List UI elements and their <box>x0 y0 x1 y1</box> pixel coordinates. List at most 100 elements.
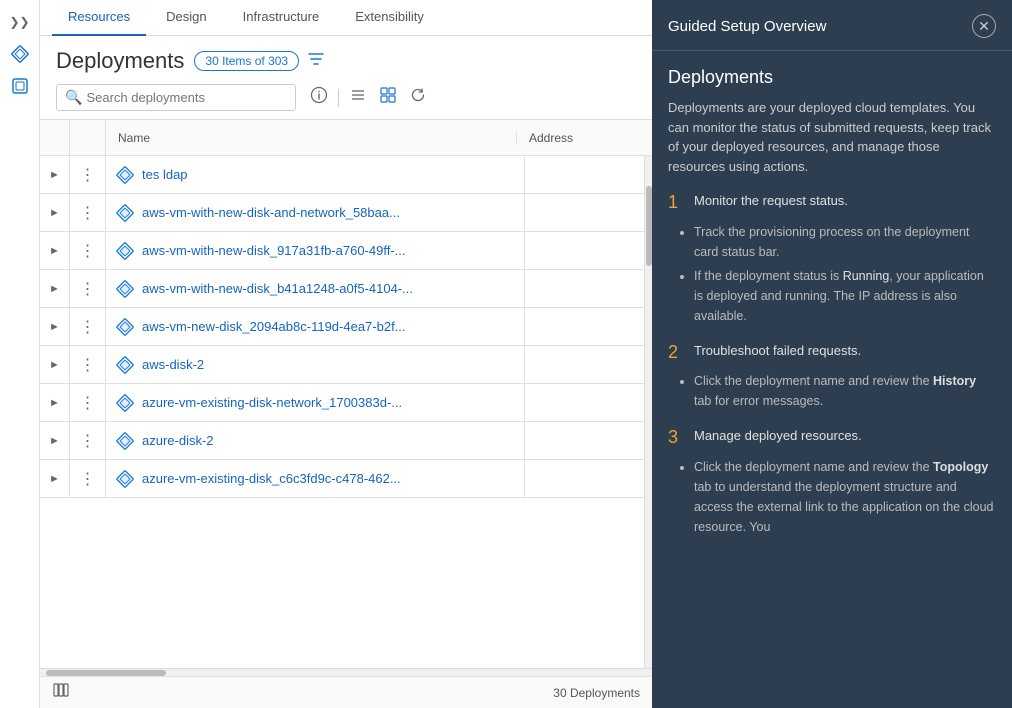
deployments-panel: Deployments 30 Items of 303 🔍 <box>40 36 652 708</box>
footer-count: 30 Deployments <box>553 686 640 700</box>
row-expand-button[interactable]: ► <box>40 270 70 307</box>
search-icon: 🔍 <box>65 89 82 106</box>
columns-icon[interactable] <box>52 681 70 704</box>
step-1-title: Monitor the request status. <box>694 192 848 210</box>
step-2-bullets: Click the deployment name and review the… <box>694 371 996 411</box>
sidebar-icon-diamond[interactable] <box>6 40 34 68</box>
deployment-icon <box>116 470 134 488</box>
search-box[interactable]: 🔍 <box>56 84 296 111</box>
row-name-link[interactable]: aws-vm-with-new-disk-and-network_58baa..… <box>106 204 524 222</box>
row-name-link[interactable]: aws-vm-new-disk_2094ab8c-119d-4ea7-b2f..… <box>106 318 524 336</box>
close-button[interactable]: ✕ <box>972 14 996 38</box>
row-address <box>524 194 644 231</box>
panel-header: Deployments 30 Items of 303 🔍 <box>40 36 652 119</box>
actions-col-header <box>70 120 106 155</box>
table-footer: 30 Deployments <box>40 676 652 708</box>
tab-resources[interactable]: Resources <box>52 0 146 36</box>
step-2-number: 2 <box>668 342 684 364</box>
tab-extensibility[interactable]: Extensibility <box>339 0 440 36</box>
row-expand-button[interactable]: ► <box>40 232 70 269</box>
table-row: ► ⋮ aws-disk-2 <box>40 346 644 384</box>
main-content: Resources Design Infrastructure Extensib… <box>40 0 652 708</box>
row-actions-button[interactable]: ⋮ <box>70 194 106 231</box>
step-3: 3 Manage deployed resources. Click the d… <box>668 427 996 537</box>
row-expand-button[interactable]: ► <box>40 308 70 345</box>
deployment-icon <box>116 242 134 260</box>
refresh-icon[interactable] <box>407 84 429 111</box>
row-address <box>524 384 644 421</box>
row-expand-button[interactable]: ► <box>40 346 70 383</box>
vertical-scrollbar[interactable] <box>644 156 652 668</box>
sidebar-collapse-button[interactable]: ❯❯ <box>6 8 34 36</box>
left-sidebar: ❯❯ <box>0 0 40 708</box>
row-address <box>524 156 644 193</box>
h-scroll-thumb[interactable] <box>46 670 166 676</box>
step-3-title: Manage deployed resources. <box>694 427 862 445</box>
row-expand-button[interactable]: ► <box>40 384 70 421</box>
row-actions-button[interactable]: ⋮ <box>70 384 106 421</box>
grid-view-icon[interactable] <box>377 84 399 111</box>
row-name-link[interactable]: aws-disk-2 <box>106 356 524 374</box>
deployment-icon <box>116 356 134 374</box>
table-row: ► ⋮ azure-vm-existing-disk_c6c3fd9c-c478… <box>40 460 644 498</box>
table-header: Name Address <box>40 120 652 156</box>
step-1-bullet-1: Track the provisioning process on the de… <box>694 222 996 262</box>
row-name-link[interactable]: azure-vm-existing-disk_c6c3fd9c-c478-462… <box>106 470 524 488</box>
toolbar-divider <box>338 89 339 107</box>
row-address <box>524 422 644 459</box>
table-body: ► ⋮ tes ldap ► ⋮ <box>40 156 644 668</box>
guided-section-title: Deployments <box>668 67 996 88</box>
deployment-icon <box>116 394 134 412</box>
row-name-link[interactable]: aws-vm-with-new-disk_b41a1248-a0f5-4104-… <box>106 280 524 298</box>
info-icon[interactable] <box>308 84 330 111</box>
table-row: ► ⋮ aws-vm-new-disk_2094ab8c-119d-4ea7-b… <box>40 308 644 346</box>
step-2-title: Troubleshoot failed requests. <box>694 342 861 360</box>
tab-infrastructure[interactable]: Infrastructure <box>227 0 336 36</box>
row-actions-button[interactable]: ⋮ <box>70 156 106 193</box>
items-badge: 30 Items of 303 <box>194 51 299 71</box>
guided-content: Deployments Deployments are your deploye… <box>652 51 1012 569</box>
deployment-icon <box>116 166 134 184</box>
step-2: 2 Troubleshoot failed requests. Click th… <box>668 342 996 412</box>
row-name-link[interactable]: aws-vm-with-new-disk_917a31fb-a760-49ff-… <box>106 242 524 260</box>
row-name-link[interactable]: azure-vm-existing-disk-network_1700383d-… <box>106 394 524 412</box>
step-3-bullets: Click the deployment name and review the… <box>694 457 996 537</box>
step-1-header: 1 Monitor the request status. <box>668 192 996 214</box>
row-address <box>524 308 644 345</box>
tab-design[interactable]: Design <box>150 0 222 36</box>
row-expand-button[interactable]: ► <box>40 422 70 459</box>
name-col-header: Name <box>106 131 516 145</box>
row-name-link[interactable]: tes ldap <box>106 166 524 184</box>
horizontal-scrollbar[interactable] <box>40 668 652 676</box>
search-input[interactable] <box>86 90 287 105</box>
step-1: 1 Monitor the request status. Track the … <box>668 192 996 326</box>
filter-icon[interactable] <box>307 50 325 73</box>
address-col-header: Address <box>516 131 636 145</box>
expand-col-header <box>40 120 70 155</box>
table-row: ► ⋮ aws-vm-with-new-disk_b41a1248-a0f5-4… <box>40 270 644 308</box>
row-name-link[interactable]: azure-disk-2 <box>106 432 524 450</box>
step-1-bullet-2: If the deployment status is Running, you… <box>694 266 996 326</box>
row-actions-button[interactable]: ⋮ <box>70 346 106 383</box>
row-actions-button[interactable]: ⋮ <box>70 422 106 459</box>
sidebar-icon-box[interactable] <box>6 72 34 100</box>
row-expand-button[interactable]: ► <box>40 194 70 231</box>
step-3-header: 3 Manage deployed resources. <box>668 427 996 449</box>
step-1-number: 1 <box>668 192 684 214</box>
toolbar-icons <box>308 84 429 111</box>
row-address <box>524 460 644 497</box>
table-row: ► ⋮ aws-vm-with-new-disk_917a31fb-a760-4… <box>40 232 644 270</box>
row-actions-button[interactable]: ⋮ <box>70 308 106 345</box>
row-expand-button[interactable]: ► <box>40 460 70 497</box>
row-actions-button[interactable]: ⋮ <box>70 232 106 269</box>
row-actions-button[interactable]: ⋮ <box>70 270 106 307</box>
table-row: ► ⋮ azure-disk-2 <box>40 422 644 460</box>
row-expand-button[interactable]: ► <box>40 156 70 193</box>
row-actions-button[interactable]: ⋮ <box>70 460 106 497</box>
step-2-bullet-1: Click the deployment name and review the… <box>694 371 996 411</box>
scroll-thumb[interactable] <box>646 186 652 266</box>
deployments-table: Name Address ► ⋮ <box>40 119 652 708</box>
deployment-icon <box>116 280 134 298</box>
step-1-bullets: Track the provisioning process on the de… <box>694 222 996 326</box>
list-view-icon[interactable] <box>347 84 369 111</box>
